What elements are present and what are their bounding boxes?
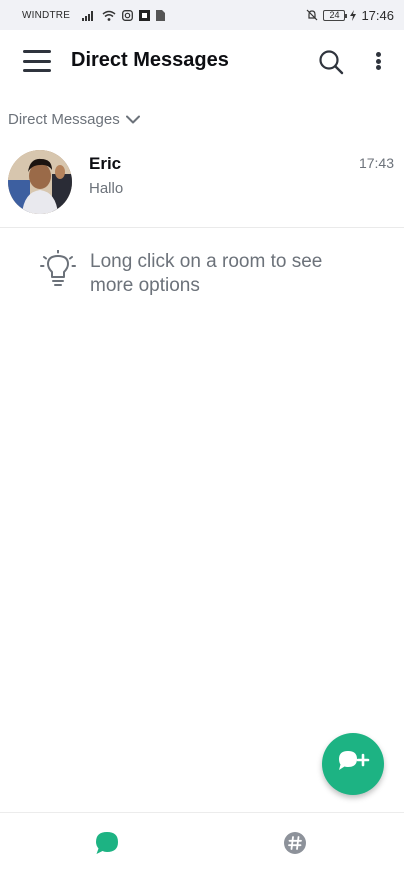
- charging-icon: [350, 9, 357, 21]
- avatar: [8, 150, 72, 214]
- new-message-icon: [335, 747, 371, 782]
- app-notification-icon: [139, 9, 151, 21]
- bottom-navigation: [0, 812, 404, 875]
- new-message-button[interactable]: [322, 733, 384, 795]
- hashtag-icon: [283, 831, 307, 860]
- sim-icon: [156, 9, 166, 21]
- section-label: Direct Messages: [8, 110, 120, 128]
- status-left: WINDTRE: [22, 9, 166, 21]
- kebab-menu-icon[interactable]: [368, 49, 388, 73]
- room-item[interactable]: Eric 17:43 Hallo: [0, 138, 404, 228]
- tab-direct-messages[interactable]: [93, 831, 121, 859]
- app-header: Direct Messages: [0, 30, 404, 92]
- carrier-name: WINDTRE: [22, 9, 71, 21]
- status-bar: WINDTRE 24 17:46: [0, 0, 404, 30]
- notifications-off-icon: [306, 9, 318, 21]
- lightbulb-icon: [40, 249, 76, 290]
- tip-text: Long click on a room to see more options: [90, 251, 323, 296]
- battery-indicator: 24: [323, 9, 348, 21]
- long-click-tip: Long click on a room to see more options: [40, 249, 370, 298]
- status-time: 17:46: [361, 7, 394, 23]
- signal-icon: [82, 10, 96, 21]
- instagram-icon: [122, 9, 134, 21]
- status-right: 24 17:46: [306, 8, 394, 23]
- chevron-down-icon: [125, 111, 140, 128]
- tab-channels[interactable]: [281, 831, 309, 859]
- room-name: Eric: [89, 154, 122, 173]
- hamburger-menu-icon[interactable]: [23, 50, 51, 72]
- chat-bubble-icon: [94, 830, 120, 861]
- wifi-icon: [102, 10, 116, 21]
- page-title: Direct Messages: [71, 49, 229, 71]
- room-last-message: Hallo: [89, 180, 124, 197]
- room-timestamp: 17:43: [358, 155, 394, 171]
- search-icon[interactable]: [318, 49, 344, 75]
- section-header-direct-messages[interactable]: Direct Messages: [8, 108, 140, 130]
